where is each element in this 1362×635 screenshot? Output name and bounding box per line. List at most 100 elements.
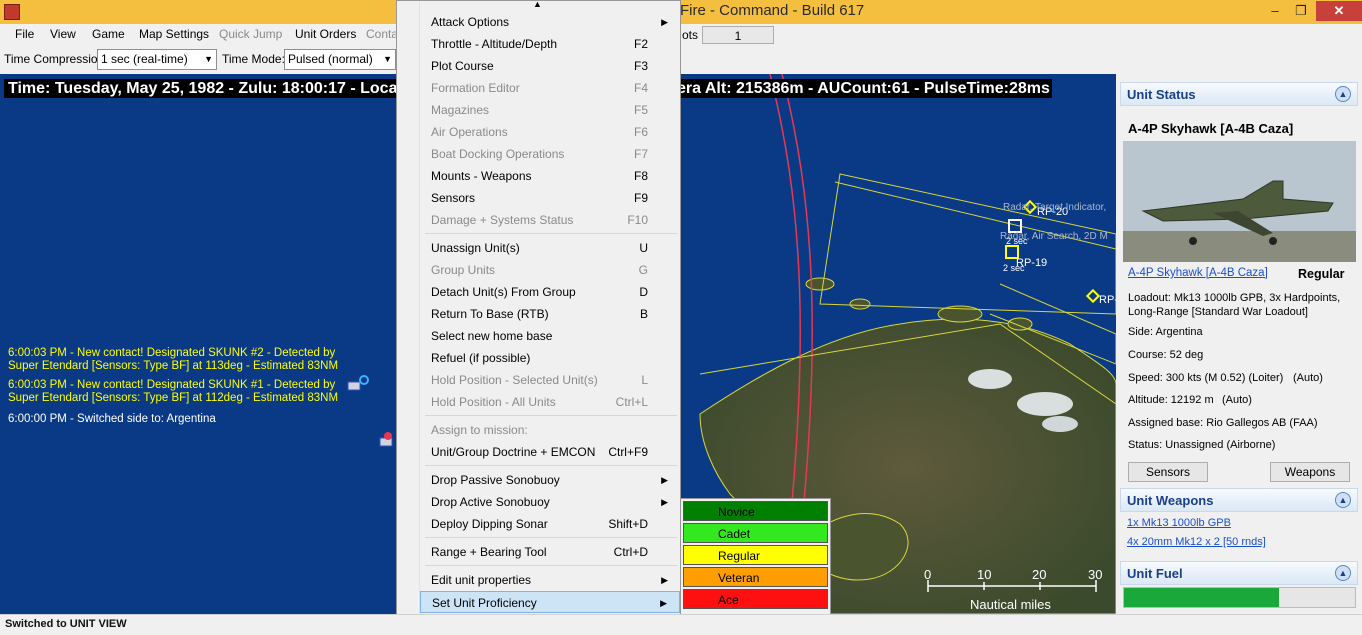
menu-unit-orders[interactable]: Unit Orders <box>295 27 356 41</box>
menu-separator <box>425 233 677 234</box>
weapon-link[interactable]: 4x 20mm Mk12 x 2 [50 rnds] <box>1127 536 1266 548</box>
unit-panel: Unit Status ▲ A-4P Skyhawk [A-4B Caza] A… <box>1116 74 1362 614</box>
weapons-button[interactable]: Weapons <box>1270 462 1350 482</box>
speed-mode[interactable]: (Auto) <box>1293 372 1323 384</box>
menu-item-hold-position-selected-unit-s[interactable]: Hold Position - Selected Unit(s) L <box>420 369 680 391</box>
unit-status-header[interactable]: Unit Status ▲ <box>1120 82 1358 106</box>
menu-file[interactable]: File <box>15 27 34 41</box>
sensors-button[interactable]: Sensors <box>1128 462 1208 482</box>
proficiency-label: Novice <box>718 505 755 519</box>
toolbar: Time Compression: 1 sec (real-time) ▼ Ti… <box>0 46 1362 74</box>
menu-item-label: Group Units <box>431 263 496 277</box>
menu-item-label: Set Unit Proficiency <box>432 596 537 610</box>
menu-item-magazines[interactable]: Magazines F5 <box>420 99 680 121</box>
time-mode-select[interactable]: Pulsed (normal) ▼ <box>284 49 396 70</box>
menu-item-label: Mounts - Weapons <box>431 169 532 183</box>
menu-item-detach-unit-s-from-group[interactable]: Detach Unit(s) From Group D <box>420 281 680 303</box>
proficiency-regular[interactable]: Regular <box>683 545 828 565</box>
collapse-icon[interactable]: ▲ <box>1335 565 1351 581</box>
rp-label: RP- <box>1099 294 1116 306</box>
menu-game[interactable]: Game <box>92 27 125 41</box>
menu-item-shortcut: F4 <box>633 81 648 95</box>
weapon-link[interactable]: 1x Mk13 1000lb GPB <box>1127 517 1231 529</box>
altitude-mode[interactable]: (Auto) <box>1222 394 1252 406</box>
menu-item-label: Unassign Unit(s) <box>431 241 520 255</box>
menu-bar: File View Game Map Settings Quick Jump U… <box>0 24 1362 46</box>
menu-item-hold-position-all-units[interactable]: Hold Position - All Units Ctrl+L <box>420 391 680 413</box>
menu-item-set-unit-proficiency[interactable]: Set Unit Proficiency ▶ <box>420 591 680 613</box>
app-icon <box>4 4 20 20</box>
menu-item-label: Hold Position - All Units <box>431 395 556 409</box>
menu-item-label: Air Operations <box>431 125 508 139</box>
unit-context-menu: ▲ Attack Options ▶ Throttle - Altitude/Dep… <box>396 0 681 634</box>
unit-proficiency: Regular <box>1298 267 1345 281</box>
close-icon[interactable]: ✕ <box>1316 1 1362 21</box>
collapse-icon[interactable]: ▲ <box>1335 492 1351 508</box>
menu-separator <box>425 537 677 538</box>
island <box>805 277 835 291</box>
menu-item-assign-to-mission[interactable]: Assign to mission: <box>420 419 680 441</box>
collapse-icon[interactable]: ▲ <box>1335 86 1351 102</box>
menu-quick-jump[interactable]: Quick Jump <box>219 27 282 41</box>
menu-contacts[interactable]: Conta <box>366 27 398 41</box>
shots-label: ots <box>682 28 699 42</box>
menu-item-label: Select new home base <box>431 329 553 343</box>
menu-item-refuel-if-possible[interactable]: Refuel (if possible) <box>420 347 680 369</box>
shots-spinbox[interactable]: 1 <box>702 26 774 44</box>
window-title: Fire - Command - Build 617 <box>680 2 865 19</box>
menu-item-throttle-altitude-depth[interactable]: Throttle - Altitude/Depth F2 <box>420 33 680 55</box>
scroll-up-icon[interactable]: ▲ <box>533 0 542 9</box>
menu-item-label: Hold Position - Selected Unit(s) <box>431 373 598 387</box>
proficiency-label: Cadet <box>718 527 751 541</box>
menu-item-air-operations[interactable]: Air Operations F6 <box>420 121 680 143</box>
menu-item-drop-active-sonobuoy[interactable]: Drop Active Sonobuoy ▶ <box>420 491 680 513</box>
proficiency-veteran[interactable]: Veteran <box>683 567 828 587</box>
menu-item-boat-docking-operations[interactable]: Boat Docking Operations F7 <box>420 143 680 165</box>
menu-item-unit-group-doctrine-emcon[interactable]: Unit/Group Doctrine + EMCON Ctrl+F9 <box>420 441 680 463</box>
fuel-bar-fill <box>1124 588 1279 607</box>
menu-gutter <box>397 1 420 632</box>
unit-weapons-header[interactable]: Unit Weapons ▲ <box>1120 488 1358 512</box>
menu-item-range-bearing-tool[interactable]: Range + Bearing Tool Ctrl+D <box>420 541 680 563</box>
unit-side: Side: Argentina <box>1128 326 1203 338</box>
menu-item-plot-course[interactable]: Plot Course F3 <box>420 55 680 77</box>
proficiency-cadet[interactable]: Cadet <box>683 523 828 543</box>
menu-item-label: Magazines <box>431 103 490 117</box>
unit-status-title: Unit Status <box>1127 87 1196 102</box>
proficiency-novice[interactable]: Novice <box>683 501 828 521</box>
unit-fuel-header[interactable]: Unit Fuel ▲ <box>1120 561 1358 585</box>
menu-item-mounts-weapons[interactable]: Mounts - Weapons F8 <box>420 165 680 187</box>
log-line: 6:00:03 PM - New contact! Designated SKU… <box>8 379 339 404</box>
menu-item-label: Edit unit properties <box>431 573 532 587</box>
restore-icon[interactable]: ❐ <box>1288 1 1314 21</box>
menu-item-drop-passive-sonobuoy[interactable]: Drop Passive Sonobuoy ▶ <box>420 469 680 491</box>
menu-item-unassign-unit-s[interactable]: Unassign Unit(s) U <box>420 237 680 259</box>
info-right: era Alt: 215386m - AUCount:61 - PulseTim… <box>677 80 1050 97</box>
title-bar: Fire - Command - Build 617 – ❐ ✕ <box>0 0 1362 24</box>
menu-map-settings[interactable]: Map Settings <box>139 27 209 41</box>
time-mode-label: Time Mode: <box>222 52 285 66</box>
menu-item-shortcut: Ctrl+L <box>615 395 648 409</box>
time-label: 2 sec <box>1003 263 1025 273</box>
menu-item-deploy-dipping-sonar[interactable]: Deploy Dipping Sonar Shift+D <box>420 513 680 535</box>
scale-unit: Nautical miles <box>970 597 1051 612</box>
menu-item-sensors[interactable]: Sensors F9 <box>420 187 680 209</box>
menu-item-shortcut: L <box>641 373 648 387</box>
scale-tick: 30 <box>1088 567 1103 582</box>
proficiency-ace[interactable]: Ace <box>683 589 828 609</box>
menu-view[interactable]: View <box>50 27 76 41</box>
time-compression-value: 1 sec (real-time) <box>101 52 188 66</box>
menu-item-damage-systems-status[interactable]: Damage + Systems Status F10 <box>420 209 680 231</box>
unit-type-link[interactable]: A-4P Skyhawk [A-4B Caza] <box>1128 267 1268 279</box>
log-line: 6:00:00 PM - Switched side to: Argentina <box>8 413 216 425</box>
menu-item-select-new-home-base[interactable]: Select new home base <box>420 325 680 347</box>
submenu-arrow-icon: ▶ <box>661 497 668 507</box>
minimize-icon[interactable]: – <box>1262 1 1288 21</box>
menu-item-edit-unit-properties[interactable]: Edit unit properties ▶ <box>420 569 680 591</box>
menu-item-formation-editor[interactable]: Formation Editor F4 <box>420 77 680 99</box>
time-compression-select[interactable]: 1 sec (real-time) ▼ <box>97 49 217 70</box>
time-compression-label: Time Compression: <box>4 52 108 66</box>
menu-item-return-to-base-rtb[interactable]: Return To Base (RTB) B <box>420 303 680 325</box>
menu-item-attack-options[interactable]: Attack Options ▶ <box>420 11 680 33</box>
menu-item-group-units[interactable]: Group Units G <box>420 259 680 281</box>
